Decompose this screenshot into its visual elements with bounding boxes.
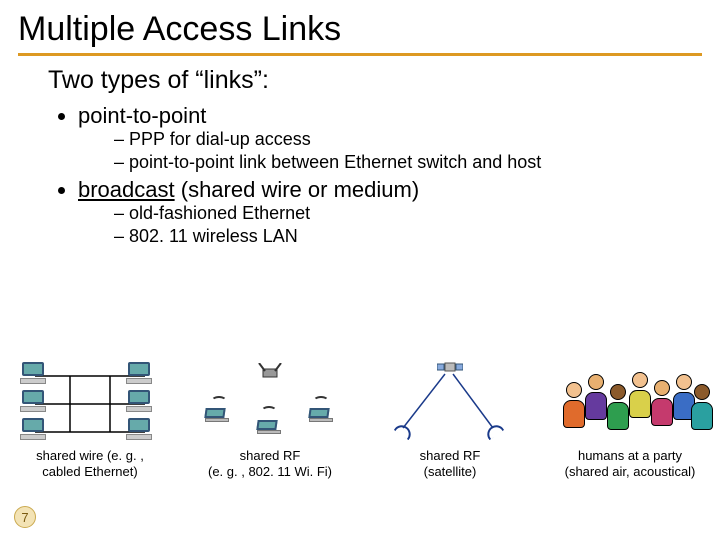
caption-line: shared RF [420,448,481,463]
bullet-2-sub-1: old-fashioned Ethernet [114,203,702,224]
computer-icon [125,362,153,386]
computer-icon [125,418,153,442]
caption-line: (e. g. , 802. 11 Wi. Fi) [208,464,332,479]
beam-lines-icon [375,358,525,448]
bullet-1-sub-1: PPP for dial-up access [114,129,702,150]
bullet-1-sublist: PPP for dial-up access point-to-point li… [114,129,702,173]
caption-line: humans at a party [578,448,682,463]
laptop-icon [257,420,281,436]
computer-icon [19,390,47,414]
laptop-icon [309,408,333,424]
caption-line: shared RF [240,448,301,463]
caption-line: shared wire (e. g. , [36,448,144,463]
bullet-1: point-to-point PPP for dial-up access po… [78,103,702,173]
bullet-2: broadcast (shared wire or medium) old-fa… [78,177,702,247]
wifi-network-icon [195,358,345,448]
bullet-1-label: point-to-point [78,103,206,128]
bullet-2-sub-2: 802. 11 wireless LAN [114,226,702,247]
computer-icon [19,362,47,386]
example-wired-caption: shared wire (e. g. , cabled Ethernet) [36,448,144,481]
example-wired: shared wire (e. g. , cabled Ethernet) [10,358,170,481]
computer-icon [19,418,47,442]
bullet-2-underlined: broadcast [78,177,175,202]
wave-icon [313,396,329,406]
example-satellite-caption: shared RF (satellite) [420,448,481,481]
computer-icon [125,390,153,414]
bullet-1-sub-2: point-to-point link between Ethernet swi… [114,152,702,173]
example-wifi: shared RF (e. g. , 802. 11 Wi. Fi) [190,358,350,481]
bullet-2-sublist: old-fashioned Ethernet 802. 11 wireless … [114,203,702,247]
example-people-caption: humans at a party (shared air, acoustica… [565,448,696,481]
example-people: humans at a party (shared air, acoustica… [550,358,710,481]
slide: Multiple Access Links Two types of “link… [0,0,720,540]
person-icon [689,384,715,434]
examples-row: shared wire (e. g. , cabled Ethernet) [0,358,720,481]
people-party-icon [555,358,705,448]
wave-icon [261,406,277,416]
satellite-network-icon [375,358,525,448]
wired-network-icon [15,358,165,448]
title-rule [18,53,702,56]
laptop-icon [205,408,229,424]
page-number-badge: 7 [14,506,36,528]
example-wifi-caption: shared RF (e. g. , 802. 11 Wi. Fi) [208,448,332,481]
access-point-icon [255,363,285,379]
bullet-2-rest: (shared wire or medium) [175,177,420,202]
slide-title: Multiple Access Links [18,10,702,49]
caption-line: cabled Ethernet) [42,464,137,479]
slide-subtitle: Two types of “links”: [48,66,702,95]
example-satellite: shared RF (satellite) [370,358,530,481]
caption-line: (satellite) [424,464,477,479]
bullet-list: point-to-point PPP for dial-up access po… [78,103,702,247]
caption-line: (shared air, acoustical) [565,464,696,479]
wave-icon [211,396,227,406]
